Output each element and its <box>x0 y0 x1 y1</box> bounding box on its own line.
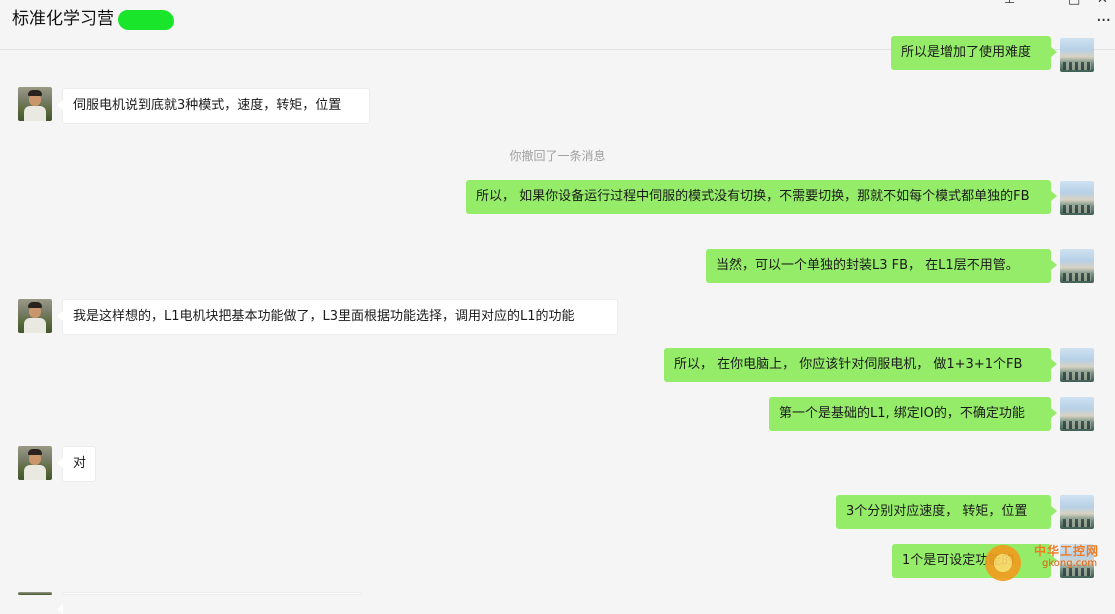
message-text: 所以， 如果你设备运行过程中伺服的模式没有切换，不需要切换，那就不如每个模式都单… <box>476 189 1030 204</box>
avatar-self[interactable] <box>1060 348 1094 382</box>
message-bubble-sent[interactable]: 所以， 如果你设备运行过程中伺服的模式没有切换，不需要切换，那就不如每个模式都单… <box>466 180 1057 214</box>
gear-logo-icon <box>982 542 1024 584</box>
avatar-contact[interactable] <box>18 87 52 121</box>
message-bubble-sent[interactable]: 所以， 在你电脑上， 你应该针对伺服电机， 做1+3+1个FB <box>664 348 1057 382</box>
message-text: 对 <box>73 456 87 471</box>
message-bubble-sent[interactable]: 3个分别对应速度， 转矩，位置 <box>836 495 1057 529</box>
avatar-contact[interactable] <box>18 299 52 333</box>
message-bubble-sent[interactable]: 当然，可以一个单独的封装L3 FB， 在L1层不用管。 <box>706 249 1057 283</box>
avatar-self[interactable] <box>1060 38 1094 72</box>
recall-notice: 你撤回了一条消息 <box>509 149 606 163</box>
close-icon[interactable]: ✕ <box>1097 0 1108 7</box>
gkong-watermark: 中华工控网 gkong.com <box>982 540 1104 586</box>
message-text: 伺服电机说到底就3种模式，速度，转矩，位置 <box>73 98 342 113</box>
message-bubble-received[interactable]: 对 <box>57 446 96 482</box>
avatar-self[interactable] <box>1060 181 1094 215</box>
message-text: 所以， 在你电脑上， 你应该针对伺服电机， 做1+3+1个FB <box>674 357 1023 372</box>
message-list[interactable]: 所以是增加了使用难度 伺服电机说到底就3种模式，速度，转矩，位置 你撤回了一条消… <box>0 36 1115 614</box>
message-bubble-sent[interactable]: 所以是增加了使用难度 <box>891 36 1057 70</box>
message-text: 所以是增加了使用难度 <box>901 45 1032 60</box>
message-text: 我是这样想的，L1电机块把基本功能做了，L3里面根据功能选择，调用对应的L1的功… <box>73 309 575 324</box>
avatar-self[interactable] <box>1060 249 1094 283</box>
message-bubble-sent[interactable]: 第一个是基础的L1, 绑定IO的，不确定功能 <box>769 397 1057 431</box>
message-bubble-received[interactable]: 我是这样想的，L1电机块把基本功能做了，L3里面根据功能选择，调用对应的L1的功… <box>57 299 618 335</box>
watermark-url: gkong.com <box>1042 558 1098 569</box>
watermark-text: 中华工控网 <box>1034 544 1100 558</box>
message-text: 当然，可以一个单独的封装L3 FB， 在L1层不用管。 <box>716 258 1019 273</box>
message-bubble-received[interactable]: 伺服电机说到底就3种模式，速度，转矩，位置 <box>57 88 370 124</box>
redaction-mark <box>118 10 174 30</box>
message-text: 3个分别对应速度， 转矩，位置 <box>846 504 1028 519</box>
chat-title: 标准化学习营 <box>12 9 114 29</box>
avatar-self[interactable] <box>1060 397 1094 431</box>
avatar-self[interactable] <box>1060 495 1094 529</box>
minimize-icon[interactable]: — <box>1038 0 1051 7</box>
message-text: 第一个是基础的L1, 绑定IO的，不确定功能 <box>779 406 1025 421</box>
avatar-contact[interactable] <box>18 446 52 480</box>
maximize-icon[interactable]: □ <box>1068 0 1080 7</box>
pin-icon[interactable]: ⊥ <box>1004 0 1015 7</box>
more-options-button[interactable]: ··· <box>1096 10 1111 31</box>
